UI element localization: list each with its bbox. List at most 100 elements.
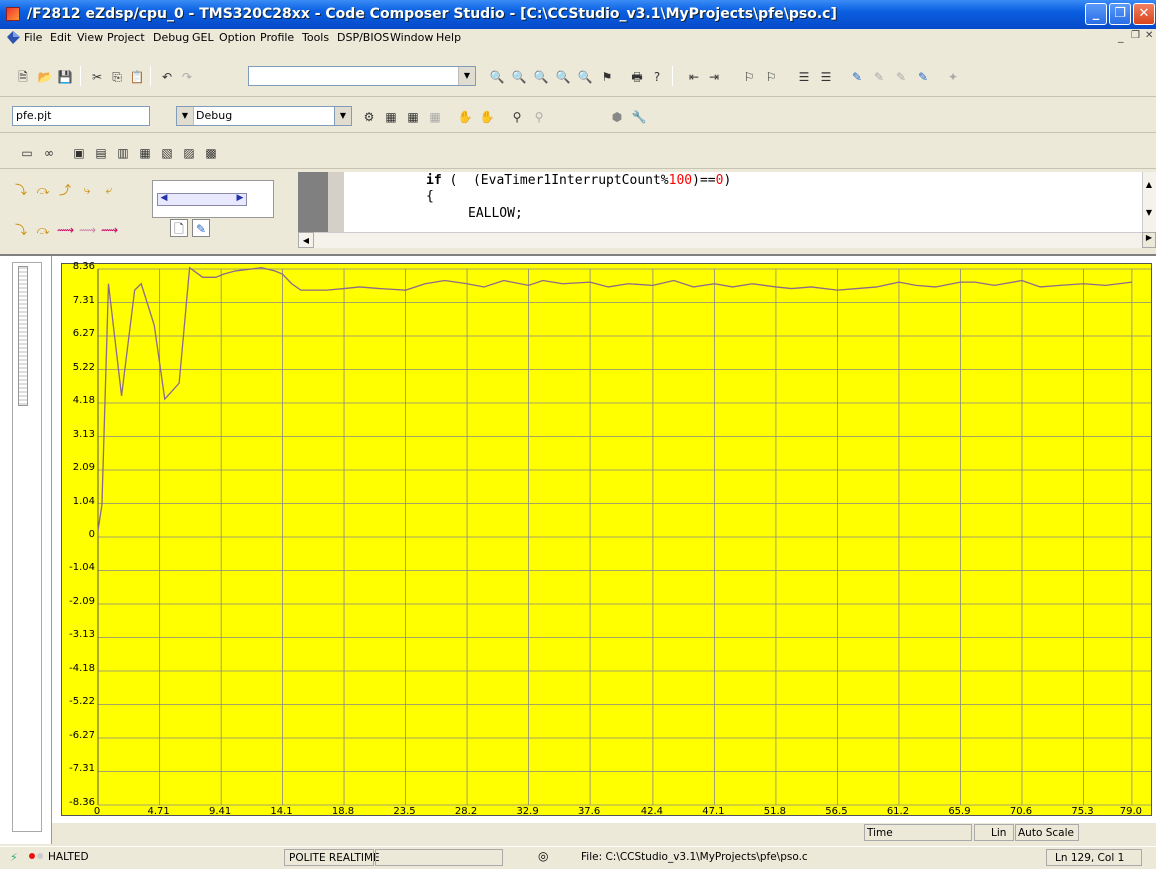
bookmark-next-icon[interactable]: ⚐: [762, 67, 780, 85]
x-tick-label: 9.41: [209, 806, 232, 817]
menu-tools[interactable]: Tools: [302, 31, 329, 44]
paste-icon[interactable]: 📋: [128, 67, 146, 85]
menu-view[interactable]: View: [77, 31, 103, 44]
memory-icon[interactable]: ▤: [92, 143, 110, 161]
chevron-down-icon[interactable]: ▼: [335, 107, 351, 125]
find-next-icon[interactable]: 🔍: [510, 67, 528, 85]
halt-icon[interactable]: ⟿: [78, 220, 96, 238]
stop-build-icon[interactable]: ▦: [426, 107, 444, 125]
code-number: 100: [668, 173, 693, 188]
close-button[interactable]: ✕: [1133, 3, 1155, 25]
config-combo[interactable]: ▼ Debug: [176, 106, 336, 126]
scroll-left-icon[interactable]: ◀: [157, 193, 171, 206]
outdent-icon[interactable]: ⇤: [685, 67, 703, 85]
find-combo[interactable]: ▼: [248, 66, 476, 86]
compile-icon[interactable]: ⚙: [360, 107, 378, 125]
editor-hscrollbar[interactable]: [298, 232, 1142, 248]
menu-file[interactable]: File: [24, 31, 42, 44]
tool-d-icon[interactable]: ✎: [914, 67, 932, 85]
menu-dspbios[interactable]: DSP/BIOS: [337, 31, 389, 44]
doc-icon[interactable]: [7, 31, 20, 44]
bookmark-icon[interactable]: ⚑: [598, 67, 616, 85]
call-stack-icon[interactable]: ▦: [136, 143, 154, 161]
breakpoint-icon[interactable]: ✋: [456, 107, 474, 125]
minimize-button[interactable]: _: [1085, 3, 1107, 25]
list-alt-icon[interactable]: ☰: [817, 67, 835, 85]
x-tick-label: 61.2: [886, 806, 910, 817]
menu-profile[interactable]: Profile: [260, 31, 294, 44]
status-icon[interactable]: ▩: [202, 143, 220, 161]
pen-icon[interactable]: ✎: [192, 219, 210, 237]
mdi-close-icon[interactable]: ✕: [1145, 30, 1153, 41]
maximize-button[interactable]: ❐: [1109, 3, 1131, 25]
menu-edit[interactable]: Edit: [50, 31, 71, 44]
run-to-cursor-icon[interactable]: ⤷: [78, 180, 96, 198]
project-combo[interactable]: pfe.pjt: [12, 106, 150, 126]
target-icon[interactable]: ⬢: [608, 107, 626, 125]
redo-icon[interactable]: ↷: [178, 67, 196, 85]
config-dropdown-button[interactable]: ▼: [334, 106, 352, 126]
indent-icon[interactable]: ⇥: [705, 67, 723, 85]
replace-icon[interactable]: 🔍: [576, 67, 594, 85]
copy-icon[interactable]: ⎘: [108, 67, 126, 85]
animate-icon[interactable]: ⟿: [100, 220, 118, 238]
register-icon[interactable]: ▣: [70, 143, 88, 161]
mdi-restore-icon[interactable]: ❐: [1131, 30, 1140, 41]
find-in-files-icon[interactable]: 🔍: [554, 67, 572, 85]
remove-probe-icon[interactable]: ⚲: [530, 107, 548, 125]
code-editor[interactable]: if ( (EvaTimer1InterruptCount%100)==0) {…: [344, 172, 1142, 232]
step-over-icon[interactable]: ⤼: [34, 180, 52, 198]
tool-a-icon[interactable]: ✎: [848, 67, 866, 85]
scroll-right-icon[interactable]: ▶: [233, 193, 247, 206]
settings-icon[interactable]: 🔧: [630, 107, 648, 125]
save-icon[interactable]: 💾: [56, 67, 74, 85]
scroll-right-icon[interactable]: ▶: [1142, 232, 1156, 248]
disassembly-icon[interactable]: ▥: [114, 143, 132, 161]
set-pc-icon[interactable]: ⤶: [100, 180, 118, 198]
step-out-icon[interactable]: ⤴: [56, 180, 74, 198]
find-icon[interactable]: 🔍: [488, 67, 506, 85]
menu-gel[interactable]: GEL: [192, 31, 214, 44]
scroll-up-icon[interactable]: ▲: [1142, 180, 1156, 194]
rebuild-icon[interactable]: ▦: [404, 107, 422, 125]
new-file-icon[interactable]: 🗎: [14, 67, 32, 85]
graph-vscroll-thumb[interactable]: [18, 266, 28, 406]
mdi-minimize-icon[interactable]: _: [1118, 30, 1124, 43]
list-icon[interactable]: ☰: [795, 67, 813, 85]
view-icon[interactable]: ▭: [18, 143, 36, 161]
open-folder-icon[interactable]: 📂: [36, 67, 54, 85]
find-prev-icon[interactable]: 🔍: [532, 67, 550, 85]
page-icon[interactable]: 🗋: [170, 219, 188, 237]
graph-icon[interactable]: ▧: [158, 143, 176, 161]
image-icon[interactable]: ▨: [180, 143, 198, 161]
scroll-left-icon[interactable]: ◀: [298, 232, 314, 248]
chevron-down-icon[interactable]: ▼: [458, 67, 475, 85]
asm-step-into-icon[interactable]: ⤵: [12, 220, 30, 238]
bookmark-toggle-icon[interactable]: ⚐: [740, 67, 758, 85]
probe-icon[interactable]: ⚲: [508, 107, 526, 125]
tool-e-icon[interactable]: ✦: [944, 67, 962, 85]
print-icon[interactable]: 🖶: [628, 67, 646, 85]
menu-project[interactable]: Project: [107, 31, 145, 44]
asm-step-over-icon[interactable]: ⤼: [34, 220, 52, 238]
undo-icon[interactable]: ↶: [158, 67, 176, 85]
step-into-icon[interactable]: ⤵: [12, 180, 30, 198]
cut-icon[interactable]: ✂: [88, 67, 106, 85]
menu-window[interactable]: Window: [390, 31, 433, 44]
watch-icon[interactable]: ∞: [40, 143, 58, 161]
graph-plot-area[interactable]: [61, 263, 1152, 816]
help-icon[interactable]: ?: [648, 67, 666, 85]
chevron-down-icon[interactable]: ▼: [177, 107, 194, 125]
tool-b-icon[interactable]: ✎: [870, 67, 888, 85]
app-icon[interactable]: [6, 7, 20, 21]
x-tick-label: 75.3: [1071, 806, 1094, 817]
build-icon[interactable]: ▦: [382, 107, 400, 125]
menu-debug[interactable]: Debug: [153, 31, 189, 44]
menu-help[interactable]: Help: [436, 31, 461, 44]
scroll-down-icon[interactable]: ▼: [1142, 208, 1156, 222]
menu-option[interactable]: Option: [219, 31, 256, 44]
run-icon[interactable]: ⟿: [56, 220, 74, 238]
toolbar-separator: [80, 66, 81, 86]
tool-c-icon[interactable]: ✎: [892, 67, 910, 85]
remove-breakpoints-icon[interactable]: ✋: [478, 107, 496, 125]
